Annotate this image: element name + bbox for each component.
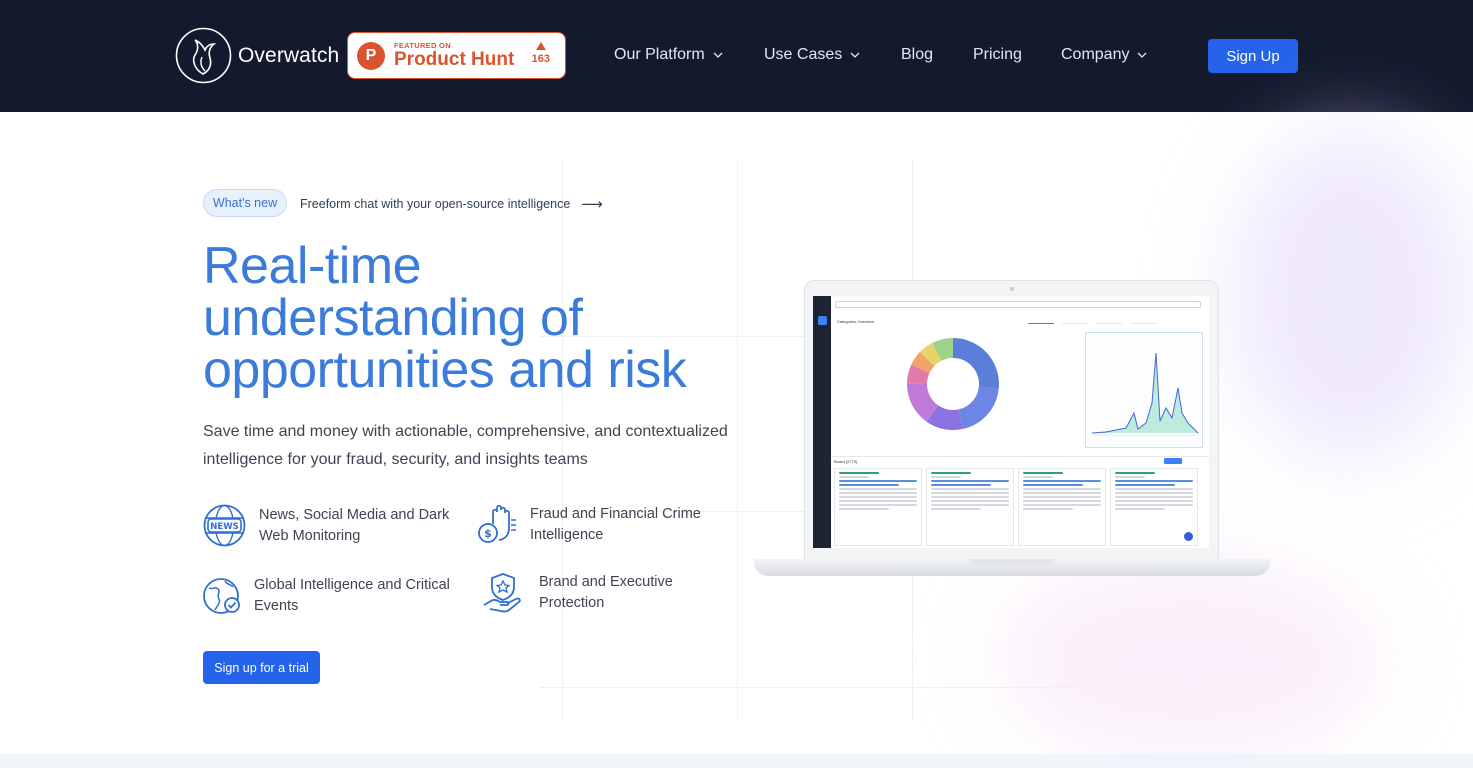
news-icon-text: NEWS	[210, 522, 238, 532]
chevron-down-icon	[713, 52, 723, 58]
whats-new-link[interactable]: Freeform chat with your open-source inte…	[300, 195, 603, 213]
feature-global-intelligence: Global Intelligence and Critical Events	[203, 575, 463, 617]
background-glow	[1230, 130, 1470, 460]
feature-brand-protection: Brand and Executive Protection	[483, 572, 743, 614]
feature-news-monitoring: NEWS News, Social Media and Dark Web Mon…	[203, 504, 463, 547]
laptop-notch	[970, 559, 1054, 565]
board-header: Board (2773)	[831, 456, 1209, 465]
arrow-right-icon: ⟶	[581, 196, 603, 213]
brand-name: Overwatch	[238, 43, 340, 67]
chevron-down-icon	[1138, 52, 1147, 58]
category-donut-chart	[907, 338, 999, 430]
product-hunt-logo-icon: P	[357, 41, 385, 70]
dashboard-tabs	[1028, 319, 1156, 324]
board-view-toggle	[1164, 458, 1182, 464]
sign-up-trial-button[interactable]: Sign up for a trial	[203, 651, 320, 684]
upvote-triangle-icon	[535, 42, 546, 50]
svg-text:$: $	[484, 527, 492, 540]
trend-chart-panel	[1085, 332, 1203, 448]
background-grid-line	[540, 687, 1240, 688]
dashboard-sidebar	[813, 296, 831, 548]
headline-line: Real-time	[203, 237, 422, 295]
headline-line: understanding of	[203, 289, 583, 347]
hero-subtitle: Save time and money with actionable, com…	[203, 423, 728, 468]
product-hunt-vote-count: 163	[531, 53, 550, 65]
board-card	[926, 468, 1014, 546]
fraud-money-hand-icon: $	[478, 504, 516, 543]
nav-label: Our Platform	[614, 46, 705, 63]
nav-label: Use Cases	[764, 46, 843, 63]
chevron-down-icon	[850, 52, 860, 58]
nav-blog[interactable]: Blog	[901, 46, 933, 64]
board-card	[834, 468, 922, 546]
site-header: Overwatch P FEATURED ON Product Hunt 163…	[0, 0, 1473, 112]
feature-label: Fraud and Financial Crime Intelligence	[530, 506, 701, 543]
dashboard-panel-title: Categories Overview	[837, 319, 875, 324]
news-globe-icon: NEWS	[203, 504, 246, 547]
sign-up-button[interactable]: Sign Up	[1208, 39, 1298, 73]
whats-new-badge[interactable]: What's new	[203, 189, 287, 217]
dashboard-search-bar	[835, 301, 1201, 308]
headline-line: opportunities and risk	[203, 341, 687, 399]
nav-label: Blog	[901, 46, 934, 63]
nav-company[interactable]: Company	[1061, 46, 1147, 64]
product-hunt-name: Product Hunt	[394, 49, 515, 70]
feature-label: Global Intelligence and Critical Events	[254, 577, 450, 614]
nav-label: Pricing	[973, 46, 1022, 63]
brand-logo[interactable]: Overwatch	[175, 27, 339, 84]
nav-label: Company	[1061, 46, 1130, 63]
board-card	[1110, 468, 1198, 546]
owl-logo-icon	[175, 27, 232, 84]
board-card	[1018, 468, 1106, 546]
feature-fraud-intelligence: $ Fraud and Financial Crime Intelligence	[477, 504, 737, 546]
dashboard-sidebar-icon	[818, 316, 827, 325]
whats-new-text: Freeform chat with your open-source inte…	[300, 197, 571, 211]
nav-use-cases[interactable]: Use Cases	[764, 46, 860, 64]
nav-pricing[interactable]: Pricing	[973, 46, 1022, 64]
product-hunt-badge[interactable]: P FEATURED ON Product Hunt 163	[347, 32, 566, 79]
background-glow	[1000, 560, 1380, 760]
chat-bubble-icon	[1184, 532, 1193, 541]
shield-hand-icon	[483, 573, 521, 613]
nav-our-platform[interactable]: Our Platform	[614, 46, 723, 64]
dashboard-screenshot: Categories Overview Board (2773)	[813, 296, 1209, 548]
feature-label: Brand and Executive Protection	[539, 574, 673, 611]
board-title: Board (2773)	[834, 459, 858, 464]
laptop-camera	[1010, 287, 1014, 291]
hero-headline: Real-time understanding of opportunities…	[203, 240, 763, 396]
next-section-edge	[0, 754, 1473, 768]
trend-line-chart	[1091, 352, 1199, 436]
feature-label: News, Social Media and Dark Web Monitori…	[259, 506, 450, 544]
globe-check-icon	[203, 578, 240, 614]
